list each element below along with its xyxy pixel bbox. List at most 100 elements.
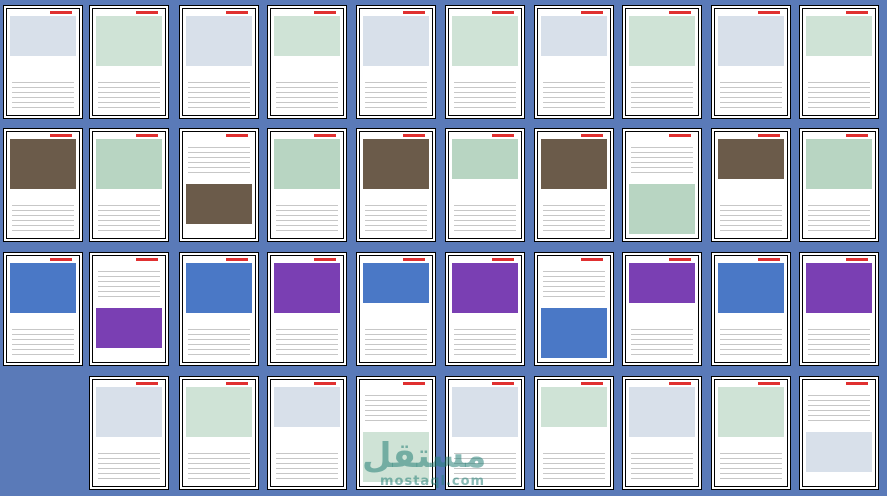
- red-heading-mark: [136, 258, 158, 261]
- document-page-thumbnail[interactable]: [179, 252, 259, 366]
- document-page-thumbnail[interactable]: [534, 5, 614, 119]
- document-page-thumbnail[interactable]: [3, 252, 83, 366]
- page-text-lines: [365, 325, 427, 355]
- page-screenshot-image: [806, 139, 872, 189]
- document-page-thumbnail[interactable]: [799, 5, 879, 119]
- page-screenshot-image: [452, 16, 518, 66]
- red-heading-mark: [314, 134, 336, 137]
- page-text-lines: [98, 449, 160, 479]
- document-page-thumbnail[interactable]: [445, 252, 525, 366]
- document-page-thumbnail[interactable]: [711, 376, 791, 490]
- red-heading-mark: [581, 258, 603, 261]
- red-heading-mark: [758, 11, 780, 14]
- document-page-thumbnail[interactable]: [799, 128, 879, 242]
- document-page-thumbnail[interactable]: [799, 376, 879, 490]
- red-heading-mark: [492, 11, 514, 14]
- document-page-thumbnail[interactable]: [89, 252, 169, 366]
- page-text-lines: [631, 143, 693, 173]
- page-text-lines: [631, 78, 693, 108]
- document-page-thumbnail[interactable]: [534, 128, 614, 242]
- document-page-thumbnail[interactable]: [445, 5, 525, 119]
- page-text-lines: [808, 78, 870, 108]
- document-page-thumbnail[interactable]: [622, 5, 702, 119]
- document-page-thumbnail[interactable]: [3, 5, 83, 119]
- page-text-lines: [276, 78, 338, 108]
- page-screenshot-image: [541, 16, 607, 56]
- document-page-thumbnail[interactable]: [267, 128, 347, 242]
- page-text-lines: [631, 449, 693, 479]
- document-page-thumbnail[interactable]: [179, 5, 259, 119]
- page-text-lines: [720, 78, 782, 108]
- page-screenshot-image: [274, 139, 340, 189]
- page-text-lines: [365, 78, 427, 108]
- red-heading-mark: [136, 134, 158, 137]
- red-heading-mark: [403, 11, 425, 14]
- red-heading-mark: [226, 11, 248, 14]
- page-text-lines: [543, 267, 605, 297]
- document-page-thumbnail[interactable]: [356, 128, 436, 242]
- document-page-thumbnail[interactable]: [3, 128, 83, 242]
- document-page-thumbnail[interactable]: [89, 128, 169, 242]
- document-page-thumbnail[interactable]: [622, 128, 702, 242]
- page-text-lines: [454, 325, 516, 355]
- page-screenshot-image: [718, 263, 784, 313]
- document-page-thumbnail[interactable]: [711, 128, 791, 242]
- document-page-thumbnail[interactable]: [622, 376, 702, 490]
- page-text-lines: [720, 449, 782, 479]
- page-text-lines: [543, 201, 605, 231]
- page-screenshot-image: [186, 387, 252, 437]
- document-page-thumbnail[interactable]: [622, 252, 702, 366]
- document-page-thumbnail[interactable]: [534, 252, 614, 366]
- page-text-lines: [543, 449, 605, 479]
- document-page-thumbnail[interactable]: [534, 376, 614, 490]
- red-heading-mark: [581, 134, 603, 137]
- page-screenshot-image: [96, 387, 162, 437]
- document-page-thumbnail[interactable]: [267, 376, 347, 490]
- page-screenshot-image: [96, 308, 162, 348]
- document-page-thumbnail[interactable]: [356, 5, 436, 119]
- red-heading-mark: [136, 382, 158, 385]
- page-text-lines: [808, 201, 870, 231]
- red-heading-mark: [136, 11, 158, 14]
- page-text-lines: [365, 201, 427, 231]
- page-text-lines: [188, 78, 250, 108]
- red-heading-mark: [846, 11, 868, 14]
- document-page-thumbnail[interactable]: [711, 252, 791, 366]
- red-heading-mark: [314, 11, 336, 14]
- page-screenshot-image: [274, 263, 340, 313]
- page-screenshot-image: [10, 139, 76, 189]
- document-page-thumbnail[interactable]: [445, 128, 525, 242]
- red-heading-mark: [226, 382, 248, 385]
- document-page-thumbnail[interactable]: [711, 5, 791, 119]
- document-page-thumbnail[interactable]: [179, 128, 259, 242]
- document-page-thumbnail[interactable]: [267, 252, 347, 366]
- page-screenshot-image: [541, 308, 607, 358]
- watermark-arabic-text: مستقل: [362, 436, 487, 476]
- red-heading-mark: [758, 258, 780, 261]
- red-heading-mark: [846, 382, 868, 385]
- page-screenshot-image: [10, 263, 76, 313]
- page-screenshot-image: [363, 139, 429, 189]
- document-page-thumbnail[interactable]: [179, 376, 259, 490]
- page-screenshot-image: [452, 263, 518, 313]
- page-text-lines: [808, 391, 870, 421]
- page-text-lines: [98, 201, 160, 231]
- document-page-thumbnail[interactable]: [89, 376, 169, 490]
- red-heading-mark: [492, 258, 514, 261]
- page-text-lines: [188, 143, 250, 173]
- page-text-lines: [98, 78, 160, 108]
- page-text-lines: [276, 449, 338, 479]
- page-text-lines: [631, 325, 693, 355]
- page-text-lines: [365, 391, 427, 421]
- page-screenshot-image: [452, 139, 518, 179]
- document-page-thumbnail[interactable]: [356, 252, 436, 366]
- red-heading-mark: [403, 382, 425, 385]
- document-page-thumbnail[interactable]: [799, 252, 879, 366]
- document-page-thumbnail[interactable]: [267, 5, 347, 119]
- page-screenshot-image: [186, 16, 252, 66]
- page-screenshot-image: [629, 16, 695, 66]
- page-screenshot-image: [452, 387, 518, 437]
- document-page-thumbnail[interactable]: [89, 5, 169, 119]
- red-heading-mark: [403, 258, 425, 261]
- page-screenshot-image: [186, 184, 252, 224]
